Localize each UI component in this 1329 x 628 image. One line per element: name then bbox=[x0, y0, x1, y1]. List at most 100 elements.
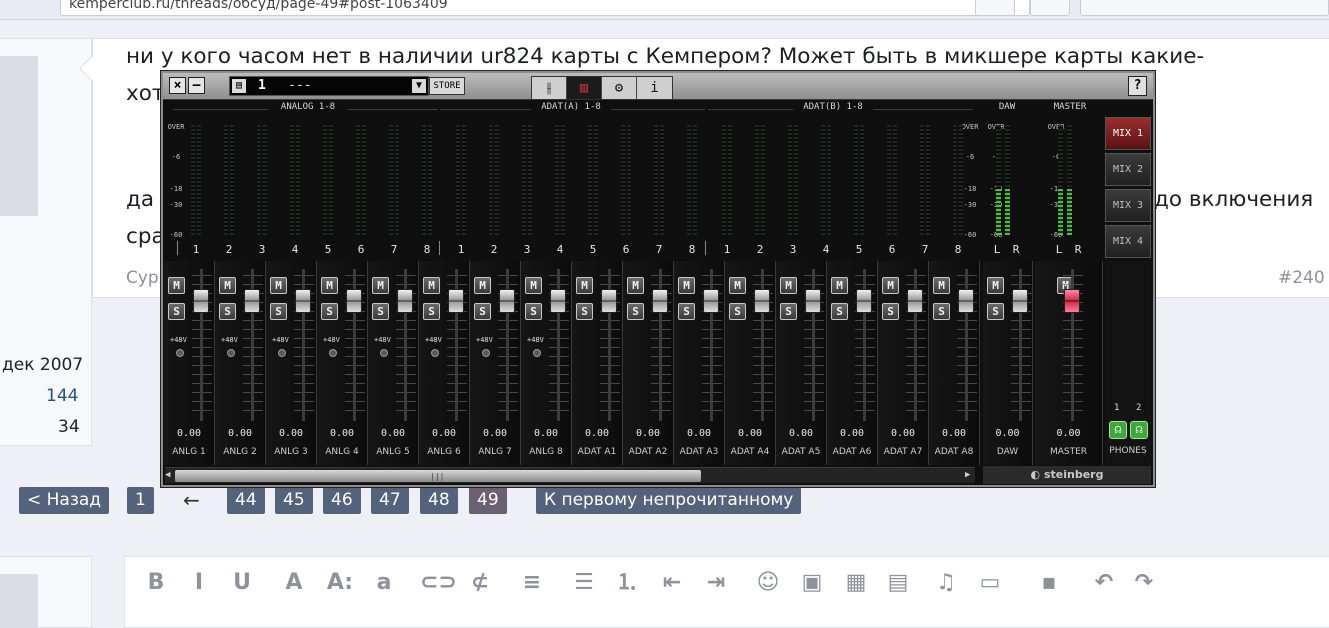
underline-icon[interactable]: U bbox=[228, 568, 256, 598]
font-size-icon[interactable]: A: bbox=[326, 568, 354, 598]
pan-knob[interactable] bbox=[329, 349, 337, 357]
number-list-icon[interactable]: ⒈ bbox=[613, 568, 641, 598]
pan-knob[interactable] bbox=[227, 349, 235, 357]
mute-button[interactable]: M bbox=[831, 277, 848, 294]
solo-button[interactable]: S bbox=[525, 303, 542, 320]
mute-button[interactable]: M bbox=[525, 277, 542, 294]
page-44[interactable]: 44 bbox=[227, 487, 265, 514]
solo-button[interactable]: S bbox=[831, 303, 848, 320]
mute-button[interactable]: M bbox=[474, 277, 491, 294]
bullet-list-icon[interactable]: ☰ bbox=[570, 568, 598, 598]
scroll-thumb[interactable]: ||| bbox=[175, 470, 701, 482]
mute-button[interactable]: M bbox=[270, 277, 287, 294]
solo-button[interactable]: S bbox=[729, 303, 746, 320]
volume-fader[interactable] bbox=[805, 289, 821, 313]
font-family-icon[interactable]: a bbox=[370, 568, 398, 598]
info-button[interactable]: i bbox=[637, 77, 672, 99]
solo-button[interactable]: S bbox=[576, 303, 593, 320]
pan-knob[interactable] bbox=[482, 349, 490, 357]
mix-2-button[interactable]: MIX 2 bbox=[1105, 153, 1151, 186]
help-button[interactable]: ? bbox=[1128, 76, 1147, 96]
solo-button[interactable]: S bbox=[627, 303, 644, 320]
volume-fader[interactable] bbox=[907, 289, 923, 313]
close-button[interactable]: × bbox=[169, 77, 186, 94]
mute-button[interactable]: M bbox=[576, 277, 593, 294]
reload-button[interactable] bbox=[975, 0, 1015, 16]
preset-selector[interactable]: ▤ 1 --- ▼ bbox=[229, 76, 429, 96]
mute-button[interactable]: M bbox=[987, 277, 1004, 294]
first-unread-button[interactable]: К первому непрочитанному bbox=[536, 487, 802, 514]
video-icon[interactable]: ▭ bbox=[976, 568, 1004, 598]
italic-icon[interactable]: I bbox=[185, 568, 213, 598]
store-button[interactable]: STORE bbox=[429, 77, 465, 95]
mute-button[interactable]: M bbox=[627, 277, 644, 294]
outdent-icon[interactable]: ⇤ bbox=[658, 568, 686, 598]
volume-fader[interactable] bbox=[346, 289, 362, 313]
volume-fader[interactable] bbox=[703, 289, 719, 313]
page-48[interactable]: 48 bbox=[420, 487, 458, 514]
headphones-icon[interactable]: ☊ bbox=[1109, 421, 1127, 439]
solo-button[interactable]: S bbox=[933, 303, 950, 320]
volume-fader[interactable] bbox=[754, 289, 770, 313]
solo-button[interactable]: S bbox=[678, 303, 695, 320]
volume-fader[interactable] bbox=[1064, 289, 1080, 313]
solo-button[interactable]: S bbox=[372, 303, 389, 320]
page-1[interactable]: 1 bbox=[127, 487, 154, 514]
volume-fader[interactable] bbox=[601, 289, 617, 313]
file-icon[interactable]: ▤ bbox=[232, 79, 246, 93]
page-47[interactable]: 47 bbox=[371, 487, 409, 514]
mute-button[interactable]: M bbox=[321, 277, 338, 294]
mix-3-button[interactable]: MIX 3 bbox=[1105, 189, 1151, 222]
pan-knob[interactable] bbox=[533, 349, 541, 357]
pan-knob[interactable] bbox=[278, 349, 286, 357]
avatar[interactable] bbox=[0, 56, 38, 216]
solo-button[interactable]: S bbox=[780, 303, 797, 320]
volume-fader[interactable] bbox=[193, 289, 209, 313]
volume-fader[interactable] bbox=[550, 289, 566, 313]
mix-4-button[interactable]: MIX 4 bbox=[1105, 225, 1151, 258]
align-icon[interactable]: ≡ bbox=[518, 568, 546, 598]
volume-fader[interactable] bbox=[1012, 289, 1028, 313]
page-46[interactable]: 46 bbox=[323, 487, 361, 514]
solo-button[interactable]: S bbox=[423, 303, 440, 320]
mute-button[interactable]: M bbox=[780, 277, 797, 294]
horizontal-scrollbar[interactable]: ◀ ||| ▶ bbox=[165, 467, 975, 483]
scroll-left-icon[interactable]: ◀ bbox=[165, 470, 170, 480]
search-box[interactable] bbox=[1080, 0, 1329, 16]
volume-fader[interactable] bbox=[958, 289, 974, 313]
mute-button[interactable]: M bbox=[168, 277, 185, 294]
font-color-icon[interactable]: A bbox=[280, 568, 308, 598]
indent-icon[interactable]: ⇥ bbox=[702, 568, 730, 598]
gear-icon[interactable]: ⚙ bbox=[602, 77, 637, 99]
volume-fader[interactable] bbox=[652, 289, 668, 313]
link-icon[interactable]: ⊂⊃ bbox=[420, 568, 457, 598]
pan-knob[interactable] bbox=[380, 349, 388, 357]
page-45[interactable]: 45 bbox=[275, 487, 313, 514]
solo-button[interactable]: S bbox=[987, 303, 1004, 320]
prev-page-button[interactable]: < Назад bbox=[19, 487, 110, 514]
smilie-icon[interactable]: ☺ bbox=[754, 568, 782, 598]
undo-icon[interactable]: ↶ bbox=[1090, 568, 1118, 598]
media-icon[interactable]: ▦ bbox=[842, 568, 870, 598]
mix-1-button[interactable]: MIX 1 bbox=[1105, 117, 1151, 150]
redo-icon[interactable]: ↷ bbox=[1130, 568, 1158, 598]
volume-fader[interactable] bbox=[448, 289, 464, 313]
pan-knob[interactable] bbox=[431, 349, 439, 357]
solo-button[interactable]: S bbox=[882, 303, 899, 320]
solo-button[interactable]: S bbox=[219, 303, 236, 320]
save-icon[interactable]: ▪ bbox=[1035, 568, 1063, 598]
solo-button[interactable]: S bbox=[474, 303, 491, 320]
volume-fader[interactable] bbox=[244, 289, 260, 313]
mute-button[interactable]: M bbox=[219, 277, 236, 294]
mute-button[interactable]: M bbox=[882, 277, 899, 294]
bold-icon[interactable]: B bbox=[142, 568, 170, 598]
mute-button[interactable]: M bbox=[423, 277, 440, 294]
quote-icon[interactable]: ▤ bbox=[884, 568, 912, 598]
meter-view-icon[interactable]: ▥ bbox=[567, 77, 602, 99]
music-icon[interactable]: ♫ bbox=[932, 568, 960, 598]
mute-button[interactable]: M bbox=[933, 277, 950, 294]
scroll-right-icon[interactable]: ▶ bbox=[965, 470, 970, 480]
mixer-view-icon[interactable]: ⫲ bbox=[532, 77, 567, 99]
chevron-down-icon[interactable]: ▼ bbox=[412, 79, 426, 93]
volume-fader[interactable] bbox=[397, 289, 413, 313]
